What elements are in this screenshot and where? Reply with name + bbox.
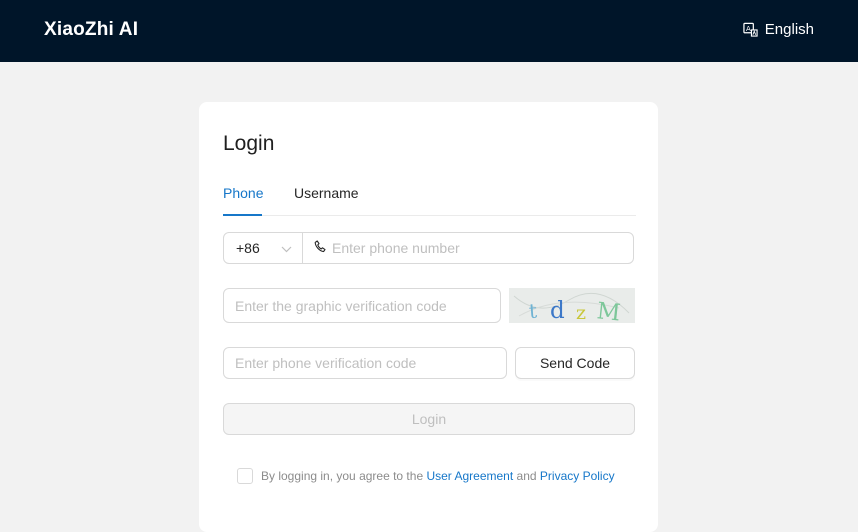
active-tab-indicator <box>223 214 262 216</box>
agreement-prefix: By logging in, you agree to the <box>261 469 424 483</box>
country-code-value: +86 <box>236 240 260 256</box>
svg-text:t: t <box>528 299 538 323</box>
login-title: Login <box>223 132 275 155</box>
language-label: English <box>764 21 814 38</box>
phone-placeholder: Enter phone number <box>332 240 460 256</box>
agreement-text: By logging in, you agree to the User Agr… <box>261 469 615 483</box>
top-navigation-bar: XiaoZhi AI A English <box>0 0 858 62</box>
login-tabs: Phone Username <box>223 180 636 216</box>
sms-code-placeholder: Enter phone verification code <box>235 355 417 371</box>
svg-text:d: d <box>550 298 565 323</box>
login-card: Login Phone Username +86 Enter phone num… <box>199 102 658 532</box>
sms-code-input[interactable]: Enter phone verification code <box>223 347 507 379</box>
captcha-image[interactable]: t d z M <box>509 288 635 327</box>
translate-icon: A <box>743 22 758 37</box>
agreement-checkbox[interactable] <box>237 468 253 484</box>
send-code-button[interactable]: Send Code <box>515 347 635 379</box>
phone-input-group: +86 Enter phone number <box>223 232 634 264</box>
login-button[interactable]: Login <box>223 403 635 435</box>
graphic-code-input[interactable]: Enter the graphic verification code <box>223 288 501 323</box>
language-switcher[interactable]: A English <box>743 21 814 38</box>
svg-text:A: A <box>746 24 751 33</box>
tab-username[interactable]: Username <box>294 180 359 216</box>
agreement-and: and <box>516 469 537 483</box>
agreement-row: By logging in, you agree to the User Agr… <box>237 468 615 484</box>
svg-text:M: M <box>595 298 621 323</box>
chevron-down-icon <box>281 240 292 256</box>
svg-text:z: z <box>576 302 586 323</box>
user-agreement-link[interactable]: User Agreement <box>426 469 513 483</box>
phone-icon <box>314 240 326 256</box>
country-code-select[interactable]: +86 <box>224 233 303 263</box>
privacy-policy-link[interactable]: Privacy Policy <box>540 469 615 483</box>
phone-number-input[interactable]: Enter phone number <box>303 233 633 263</box>
tab-phone[interactable]: Phone <box>223 180 263 216</box>
brand-title: XiaoZhi AI <box>44 19 139 40</box>
graphic-code-placeholder: Enter the graphic verification code <box>235 297 447 314</box>
